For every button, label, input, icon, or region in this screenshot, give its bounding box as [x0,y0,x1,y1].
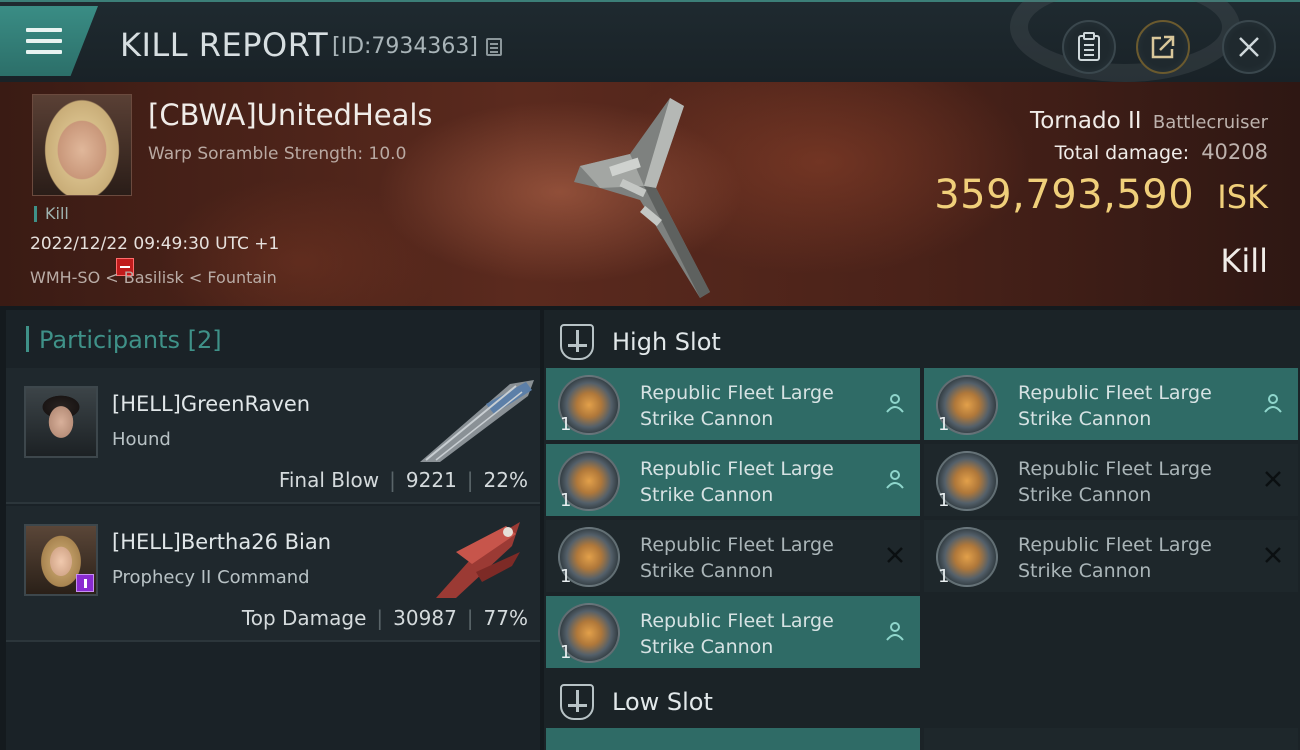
share-button[interactable] [1136,20,1190,74]
low-slot-module-partial[interactable] [924,728,1298,750]
isk-value-row: 359,793,590 ISK [934,172,1268,218]
report-id: [ID:7934363] [332,34,478,59]
participant-role: Top Damage [241,606,367,630]
destroyed-x-icon [1265,547,1281,563]
ship-class-text: Battlecruiser [1152,112,1268,133]
module-name: Republic Fleet Large Strike Cannon [1018,534,1212,582]
background-planet-decoration [1010,0,1240,82]
victim-ship-name[interactable]: Tornado II Battlecruiser [1030,108,1268,134]
low-slot-module-partial[interactable] [546,728,920,750]
high-slot-title: High Slot [612,328,721,356]
participant-damage: 30987 [393,606,457,630]
participant-row[interactable]: [HELL]GreenRaven Hound Final Blow | 9221 | 2… [6,368,540,504]
participant-percent: 22% [483,468,528,492]
destroyed-x-icon [887,547,903,563]
participant-name: [HELL]Bertha26 Bian [112,530,332,554]
close-button[interactable] [1222,20,1276,74]
module-quantity: 1 [560,490,572,511]
dropped-person-icon [886,394,904,413]
total-damage: Total damage: 40208 [1055,140,1268,164]
share-icon [1151,35,1175,59]
participant-ship-image [420,380,534,462]
high-slot-header: High Slot [560,322,721,362]
total-damage-value: 40208 [1201,140,1268,164]
result-label: Kill [1220,242,1268,280]
module-name: Republic Fleet Large Strike Cannon [640,458,834,506]
victim-subtitle: Warp Soramble Strength: 10.0 [148,144,407,164]
kill-tag: Kill [34,206,69,222]
low-slot-title: Low Slot [612,688,713,716]
module-name: Republic Fleet Large Strike Cannon [640,610,834,658]
destroyed-x-icon [1265,471,1281,487]
participant-ship: Prophecy II Command [112,567,310,588]
module-tile[interactable]: 1 Republic Fleet Large Strike Cannon [546,368,920,440]
victim-portrait[interactable] [32,94,132,196]
clipboard-icon [1078,32,1100,61]
low-slot-icon [560,684,594,720]
module-quantity: 1 [938,414,950,435]
copy-icon[interactable] [486,38,502,56]
module-tile[interactable]: 1 Republic Fleet Large Strike Cannon [546,520,920,592]
menu-button[interactable] [0,6,98,76]
module-quantity: 1 [560,414,572,435]
dropped-person-icon [886,622,904,641]
participant-percent: 77% [483,606,528,630]
module-tile[interactable]: 1 Republic Fleet Large Strike Cannon [546,596,920,668]
module-quantity: 1 [560,642,572,663]
module-name: Republic Fleet Large Strike Cannon [640,382,834,430]
participants-panel: Participants [2] [HELL]GreenRaven Hound … [6,310,540,750]
victim-ship-image[interactable] [560,92,750,302]
menu-icon [26,28,62,54]
kill-timestamp: 2022/12/22 09:49:30 UTC +1 [30,234,280,254]
participant-row[interactable]: [HELL]Bertha26 Bian Prophecy II Command … [6,506,540,642]
victim-name[interactable]: [CBWA]UnitedHeals [148,98,433,132]
isk-unit: ISK [1217,178,1268,216]
security-status-badge [76,574,94,592]
module-quantity: 1 [938,490,950,511]
participant-ship-image [436,522,520,598]
page-title: KILL REPORT [120,26,329,64]
participant-avatar [24,386,98,458]
participant-stats: Final Blow | 9221 | 22% [278,468,528,492]
clipboard-button[interactable] [1062,20,1116,74]
module-name: Republic Fleet Large Strike Cannon [640,534,834,582]
module-tile[interactable]: 1 Republic Fleet Large Strike Cannon [546,444,920,516]
isk-value: 359,793,590 [934,172,1195,218]
high-slot-icon [560,324,594,360]
participant-ship: Hound [112,429,171,450]
fitting-panel: High Slot 1 Republic Fleet Large Strike C… [544,310,1300,750]
ship-name-text: Tornado II [1030,108,1142,134]
total-damage-label: Total damage: [1054,142,1190,164]
close-icon [1239,37,1259,57]
participants-header: Participants [2] [26,326,222,354]
participant-stats: Top Damage | 30987 | 77% [241,606,528,630]
participant-role: Final Blow [278,468,380,492]
victim-banner: [CBWA]UnitedHeals Warp Soramble Strength… [0,82,1300,306]
module-quantity: 1 [560,566,572,587]
module-quantity: 1 [938,566,950,587]
module-name: Republic Fleet Large Strike Cannon [1018,458,1212,506]
module-tile[interactable]: 1 Republic Fleet Large Strike Cannon [924,368,1298,440]
low-slot-header: Low Slot [560,682,713,722]
kill-location[interactable]: WMH-SO < Basilisk < Fountain [30,268,277,287]
participant-name: [HELL]GreenRaven [112,392,311,416]
module-tile[interactable]: 1 Republic Fleet Large Strike Cannon [924,520,1298,592]
dropped-person-icon [886,470,904,489]
module-name: Republic Fleet Large Strike Cannon [1018,382,1212,430]
title-bar: KILL REPORT [ID:7934363] [0,0,1300,82]
participant-damage: 9221 [405,468,457,492]
dropped-person-icon [1264,394,1282,413]
module-tile[interactable]: 1 Republic Fleet Large Strike Cannon [924,444,1298,516]
